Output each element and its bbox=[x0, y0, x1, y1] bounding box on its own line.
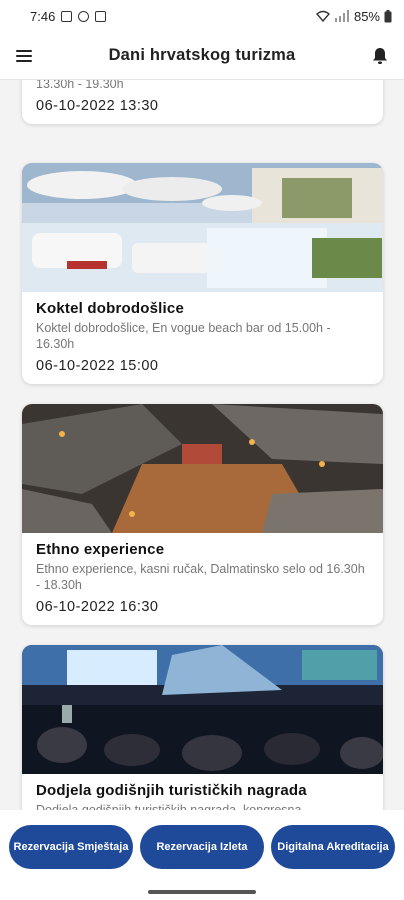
bell-icon[interactable] bbox=[356, 32, 404, 80]
gallery-icon bbox=[61, 10, 73, 22]
event-date: 06-10-2022 16:30 bbox=[36, 599, 159, 615]
event-date: 06-10-2022 13:30 bbox=[36, 98, 159, 114]
digital-accreditation-button[interactable]: Digitalna Akreditacija bbox=[271, 825, 395, 869]
status-bar: 7:46 85% bbox=[0, 0, 404, 32]
app-bar: Dani hrvatskog turizma bbox=[0, 32, 404, 80]
battery-icon bbox=[384, 9, 392, 22]
event-title: Ethno experience bbox=[36, 541, 165, 558]
battery-level: 85% bbox=[353, 8, 380, 24]
event-description: Ethno experience, kasni ručak, Dalmatins… bbox=[36, 562, 365, 592]
bag-icon bbox=[95, 10, 107, 22]
event-title: Koktel dobrodošlice bbox=[36, 300, 184, 317]
event-card[interactable]: Šibenski šušur, travnjak ispred Dalmatin… bbox=[22, 80, 383, 124]
event-card[interactable]: Koktel dobrodošlice Koktel dobrodošlice,… bbox=[22, 163, 383, 384]
page-title: Dani hrvatskog turizma bbox=[108, 46, 296, 64]
event-description: Dodjela godišnjih turističkih nagrada, k… bbox=[36, 803, 302, 810]
event-card[interactable]: Ethno experience Ethno experience, kasni… bbox=[22, 404, 383, 625]
event-description: Koktel dobrodošlice, En vogue beach bar … bbox=[36, 321, 331, 351]
event-description: Šibenski šušur, travnjak ispred Dalmatin… bbox=[36, 80, 124, 91]
menu-icon[interactable] bbox=[0, 32, 48, 80]
event-image-ethno-village bbox=[22, 404, 383, 533]
event-date: 06-10-2022 15:00 bbox=[36, 358, 159, 374]
event-feed[interactable]: Šibenski šušur, travnjak ispred Dalmatin… bbox=[0, 80, 404, 810]
system-nav-bar bbox=[0, 884, 404, 900]
event-image-awards-ceremony bbox=[22, 645, 383, 774]
event-title: Dodjela godišnjih turističkih nagrada bbox=[36, 782, 307, 799]
wifi-icon bbox=[315, 10, 330, 22]
accommodation-reservation-button[interactable]: Rezervacija Smještaja bbox=[9, 825, 133, 869]
event-image-beach-bar bbox=[22, 163, 383, 292]
event-card[interactable]: Dodjela godišnjih turističkih nagrada Do… bbox=[22, 645, 383, 810]
sync-icon bbox=[78, 10, 90, 22]
home-gesture-handle[interactable] bbox=[148, 890, 256, 894]
signal-icon bbox=[334, 10, 349, 22]
excursion-reservation-button[interactable]: Rezervacija Izleta bbox=[140, 825, 264, 869]
quick-actions-bar: Rezervacija Smještaja Rezervacija Izleta… bbox=[0, 810, 404, 884]
status-time: 7:46 bbox=[30, 8, 56, 24]
